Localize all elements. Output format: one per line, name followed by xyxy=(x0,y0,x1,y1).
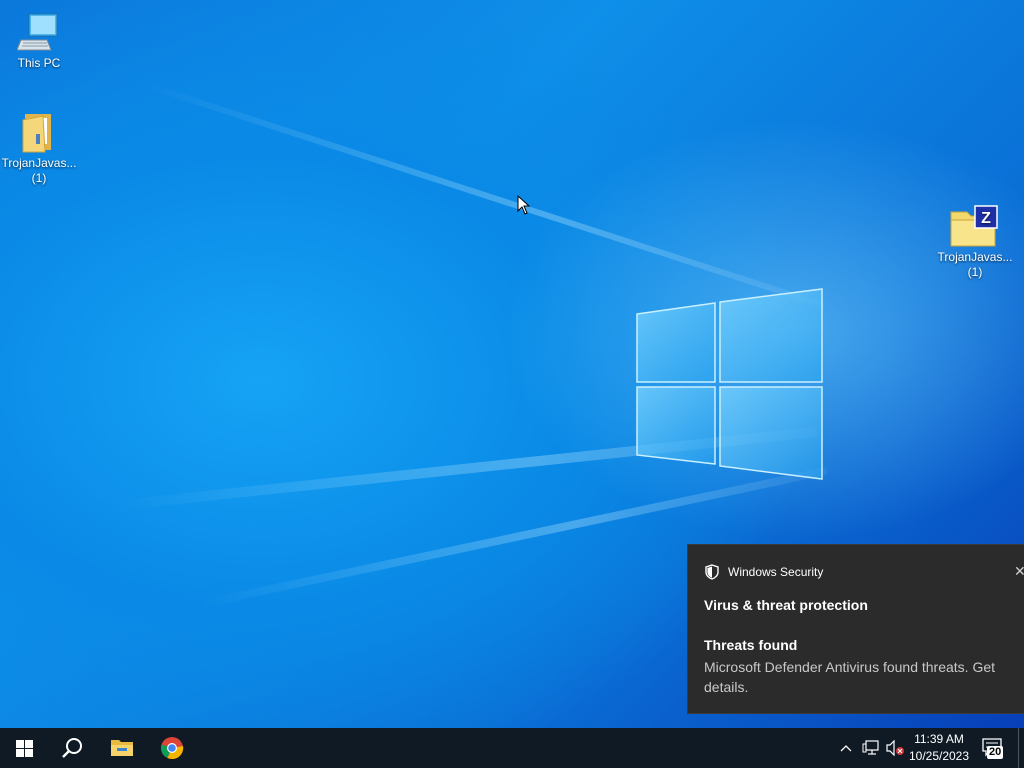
search-button[interactable] xyxy=(48,728,96,768)
network-icon xyxy=(862,740,879,755)
desktop-icon-label: TrojanJavas... xyxy=(937,250,1013,264)
desktop-icon-trojan-folder[interactable]: TrojanJavas... (1) xyxy=(0,108,78,186)
show-desktop-button[interactable] xyxy=(1018,728,1019,768)
desktop-icon-label: TrojanJavas... xyxy=(1,156,77,170)
desktop-icon-trojan-zip[interactable]: Z TrojanJavas... (1) xyxy=(936,204,1014,280)
folder-icon xyxy=(22,114,51,153)
taskbar-clock[interactable]: 11:39 AM 10/25/2023 xyxy=(906,731,972,765)
toast-header: Windows Security xyxy=(704,564,823,580)
chevron-up-icon xyxy=(840,745,852,752)
show-hidden-icons-button[interactable] xyxy=(838,738,854,758)
toast-body[interactable]: Microsoft Defender Antivirus found threa… xyxy=(704,657,1024,697)
zip-archive-icon: Z xyxy=(950,205,998,247)
desktop-icon-label: This PC xyxy=(17,56,61,70)
svg-text:Z: Z xyxy=(981,210,991,227)
desktop-icon-sublabel: (1) xyxy=(31,171,47,185)
mouse-cursor-icon xyxy=(517,195,531,215)
toast-close-button[interactable]: ✕ xyxy=(1014,563,1024,580)
volume-muted-icon xyxy=(886,740,904,756)
search-icon xyxy=(62,738,82,758)
clock-date: 10/25/2023 xyxy=(908,749,970,763)
start-button[interactable] xyxy=(0,728,48,768)
network-tray-button[interactable] xyxy=(860,738,882,758)
shield-icon xyxy=(705,564,719,580)
toast-app-name: Windows Security xyxy=(728,565,824,579)
toast-subtitle: Threats found xyxy=(704,637,798,653)
desktop-icon-this-pc[interactable]: This PC xyxy=(0,10,78,71)
file-explorer-icon xyxy=(111,740,133,756)
wallpaper-beam xyxy=(138,80,825,309)
file-explorer-button[interactable] xyxy=(98,728,146,768)
chrome-icon xyxy=(160,737,184,760)
toast-title: Virus & threat protection xyxy=(704,597,868,613)
windows-start-icon xyxy=(15,739,33,757)
clock-time: 11:39 AM xyxy=(914,732,964,746)
taskbar: 11:39 AM 10/25/2023 xyxy=(0,728,1024,768)
volume-tray-button[interactable] xyxy=(884,738,906,758)
chrome-button[interactable] xyxy=(148,728,196,768)
desktop-icon-sublabel: (1) xyxy=(967,265,983,279)
windows-security-toast[interactable]: Windows Security ✕ Virus & threat protec… xyxy=(687,544,1024,714)
wallpaper-beam xyxy=(120,426,818,510)
computer-icon xyxy=(17,13,58,51)
notification-count-badge: 20 xyxy=(987,746,1004,759)
